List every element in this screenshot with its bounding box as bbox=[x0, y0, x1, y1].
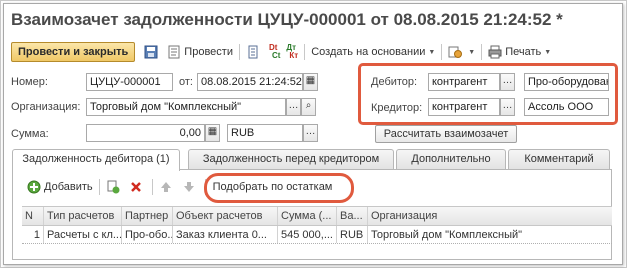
tab-debtor-debt[interactable]: Задолженность дебитора (1) bbox=[12, 149, 180, 171]
calculate-offset-button[interactable]: Рассчитать взаимозачет bbox=[375, 125, 517, 143]
copy-row-button[interactable] bbox=[103, 177, 126, 197]
add-label: Добавить bbox=[44, 181, 93, 193]
date-from-label: от: bbox=[179, 76, 193, 88]
organization-label: Организация: bbox=[11, 101, 81, 113]
add-icon bbox=[27, 180, 41, 194]
create-based-on-menu[interactable]: Создать на основании ▼ bbox=[308, 42, 438, 62]
list-view-button[interactable] bbox=[243, 42, 266, 62]
calculator-button[interactable]: ▦ bbox=[205, 124, 220, 142]
tab-creditor-debt[interactable]: Задолженность перед кредитором bbox=[188, 149, 394, 170]
ct-label: Ct bbox=[271, 51, 281, 60]
delete-row-button[interactable] bbox=[126, 177, 149, 197]
add-button[interactable]: Добавить bbox=[24, 177, 96, 197]
pick-by-balance-highlight bbox=[204, 173, 354, 203]
sum-label: Сумма: bbox=[11, 128, 49, 140]
create-based-on-label: Создать на основании bbox=[311, 46, 426, 58]
ellipsis-icon: … bbox=[288, 100, 299, 111]
cell-object: Заказ клиента 0... bbox=[173, 226, 278, 243]
toolbar-separator bbox=[151, 179, 153, 195]
tab-comment[interactable]: Комментарий bbox=[508, 149, 610, 170]
printer-icon bbox=[488, 45, 502, 59]
column-header-calc-type[interactable]: Тип расчетов bbox=[44, 207, 122, 225]
toolbar-separator bbox=[98, 179, 100, 195]
kt-label-ru: Кт bbox=[289, 51, 299, 60]
document-window: Взаимозачет задолженности ЦУЦУ-000001 от… bbox=[0, 0, 627, 268]
number-label: Номер: bbox=[11, 76, 48, 88]
related-documents-menu[interactable]: ▼ bbox=[445, 42, 478, 62]
column-header-n[interactable]: N bbox=[22, 207, 44, 225]
list-icon bbox=[248, 45, 258, 59]
organization-field[interactable]: Торговый дом "Комплексный" bbox=[86, 98, 286, 116]
table-header: N Тип расчетов Партнер Объект расчетов С… bbox=[22, 206, 612, 226]
organization-select-button[interactable]: … bbox=[286, 98, 301, 116]
debts-table: N Тип расчетов Партнер Объект расчетов С… bbox=[22, 206, 612, 244]
currency-select-button[interactable]: … bbox=[303, 124, 318, 142]
dt-ct-button[interactable]: Dt Ct bbox=[266, 42, 283, 62]
move-up-button[interactable] bbox=[156, 177, 179, 197]
tab-additional[interactable]: Дополнительно bbox=[396, 149, 506, 170]
chevron-down-icon: ▼ bbox=[428, 48, 436, 56]
arrow-up-icon bbox=[160, 182, 171, 192]
dt-kt-button[interactable]: Дт Кт bbox=[283, 42, 301, 62]
calendar-button[interactable]: ▦ bbox=[303, 73, 318, 91]
cell-n: 1 bbox=[22, 226, 44, 243]
delete-icon bbox=[130, 182, 141, 192]
column-header-partner[interactable]: Партнер bbox=[122, 207, 173, 225]
calculator-icon: ▦ bbox=[207, 126, 218, 137]
column-header-sum[interactable]: Сумма (... bbox=[278, 207, 337, 225]
number-field[interactable]: ЦУЦУ-000001 bbox=[86, 73, 173, 91]
cell-partner: Про-обо... bbox=[122, 226, 173, 243]
cell-currency: RUB bbox=[337, 226, 368, 243]
print-label: Печать bbox=[505, 46, 542, 58]
organization-open-button[interactable]: ⌕ bbox=[301, 98, 316, 116]
post-and-close-button[interactable]: Провести и закрыть bbox=[11, 42, 136, 62]
related-documents-icon bbox=[448, 46, 463, 58]
date-field[interactable]: 08.08.2015 21:24:52 bbox=[197, 73, 303, 91]
move-down-button[interactable] bbox=[179, 177, 202, 197]
main-toolbar: Провести и закрыть Провести Dt Ct Дт Кт … bbox=[11, 41, 554, 63]
save-button[interactable] bbox=[141, 42, 164, 62]
arrow-down-icon bbox=[183, 182, 194, 192]
magnifier-icon: ⌕ bbox=[305, 100, 312, 111]
post-button[interactable]: Провести bbox=[164, 42, 236, 62]
save-icon bbox=[144, 45, 158, 59]
ellipsis-icon: … bbox=[305, 126, 316, 137]
chevron-down-icon: ▼ bbox=[544, 48, 552, 56]
debtor-creditor-highlight bbox=[358, 63, 618, 125]
toolbar-separator bbox=[441, 44, 443, 60]
chevron-down-icon: ▼ bbox=[468, 48, 476, 56]
post-icon bbox=[168, 45, 180, 59]
window-title: Взаимозачет задолженности ЦУЦУ-000001 от… bbox=[11, 10, 563, 29]
cell-organization: Торговый дом "Комплексный" bbox=[371, 229, 523, 241]
toolbar-separator bbox=[304, 44, 306, 60]
toolbar-separator bbox=[481, 44, 483, 60]
table-row[interactable]: 1 Расчеты с кл... Про-обо... Заказ клиен… bbox=[22, 226, 612, 244]
calendar-icon: ▦ bbox=[305, 75, 316, 86]
copy-icon bbox=[107, 180, 120, 194]
dt-ct-icon: Dt Ct bbox=[269, 44, 280, 60]
column-header-organization[interactable]: Организация bbox=[368, 207, 612, 225]
currency-field[interactable]: RUB bbox=[227, 124, 303, 142]
cell-calc-type: Расчеты с кл... bbox=[44, 226, 122, 243]
post-label: Провести bbox=[184, 46, 233, 58]
cell-sum: 545 000,... bbox=[278, 226, 337, 243]
sum-field[interactable]: 0,00 bbox=[86, 124, 205, 142]
post-and-close-label: Провести и закрыть bbox=[18, 46, 129, 58]
dt-kt-icon: Дт Кт bbox=[286, 44, 298, 60]
toolbar-separator bbox=[238, 44, 240, 60]
print-menu[interactable]: Печать ▼ bbox=[485, 42, 554, 62]
column-header-object[interactable]: Объект расчетов bbox=[173, 207, 278, 225]
column-header-currency[interactable]: Ва... bbox=[337, 207, 368, 225]
